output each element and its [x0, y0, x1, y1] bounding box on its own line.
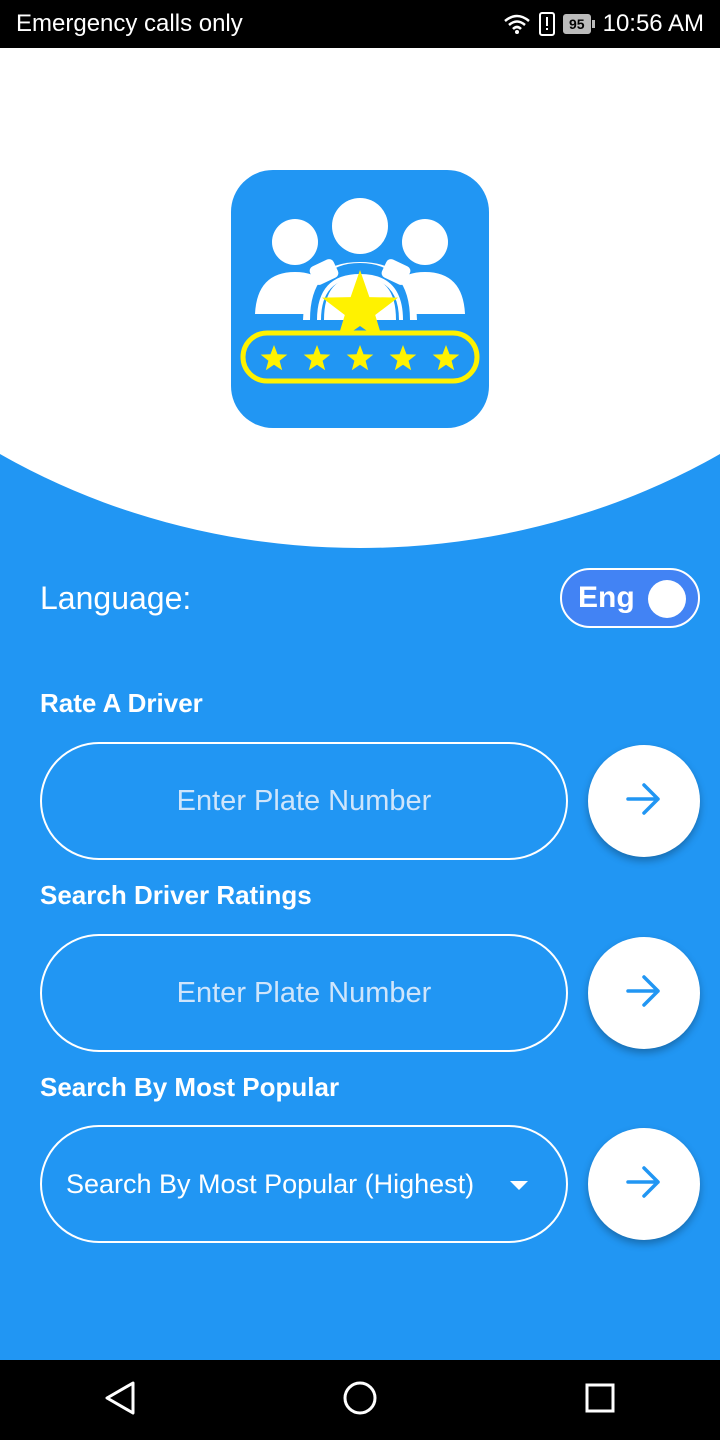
home-button[interactable]	[320, 1360, 400, 1440]
most-popular-submit-button[interactable]	[588, 1128, 700, 1240]
back-button[interactable]	[80, 1360, 160, 1440]
status-bar: Emergency calls only 95 10:56 AM	[0, 0, 720, 48]
language-row: Language: Eng	[40, 568, 700, 628]
arrow-right-icon	[626, 782, 662, 820]
status-icons: 95 10:56 AM	[503, 10, 704, 38]
most-popular-label: Search By Most Popular	[40, 1072, 340, 1102]
most-popular-dropdown[interactable]: Search By Most Popular (Highest)	[40, 1125, 568, 1243]
app-content: Language: Eng Rate A Driver Search Drive…	[0, 48, 720, 1360]
battery-level: 95	[563, 14, 591, 34]
battery-icon: 95	[563, 14, 595, 34]
language-toggle[interactable]: Eng	[560, 568, 700, 628]
back-icon	[103, 1380, 137, 1421]
rate-driver-submit-button[interactable]	[588, 745, 700, 857]
search-ratings-label: Search Driver Ratings	[40, 880, 312, 910]
arrow-right-icon	[626, 1165, 662, 1203]
home-icon	[342, 1380, 378, 1421]
toggle-knob	[648, 580, 686, 618]
arrow-right-icon	[626, 974, 662, 1012]
clock: 10:56 AM	[602, 10, 704, 37]
recents-icon	[584, 1382, 616, 1419]
wifi-icon	[503, 13, 531, 35]
app-logo	[231, 170, 489, 428]
search-ratings-submit-button[interactable]	[588, 937, 700, 1049]
rate-driver-label: Rate A Driver	[40, 688, 203, 718]
alert-icon	[539, 12, 556, 36]
most-popular-selected: Search By Most Popular (Highest)	[66, 1168, 475, 1199]
search-ratings-plate-input[interactable]	[40, 934, 568, 1052]
language-toggle-text: Eng	[578, 581, 635, 614]
rate-driver-plate-input[interactable]	[40, 742, 568, 860]
recents-button[interactable]	[560, 1360, 640, 1440]
language-label: Language:	[40, 580, 192, 616]
carrier-text: Emergency calls only	[16, 10, 243, 37]
caret-down-icon	[510, 1181, 528, 1190]
navigation-bar	[0, 1360, 720, 1440]
